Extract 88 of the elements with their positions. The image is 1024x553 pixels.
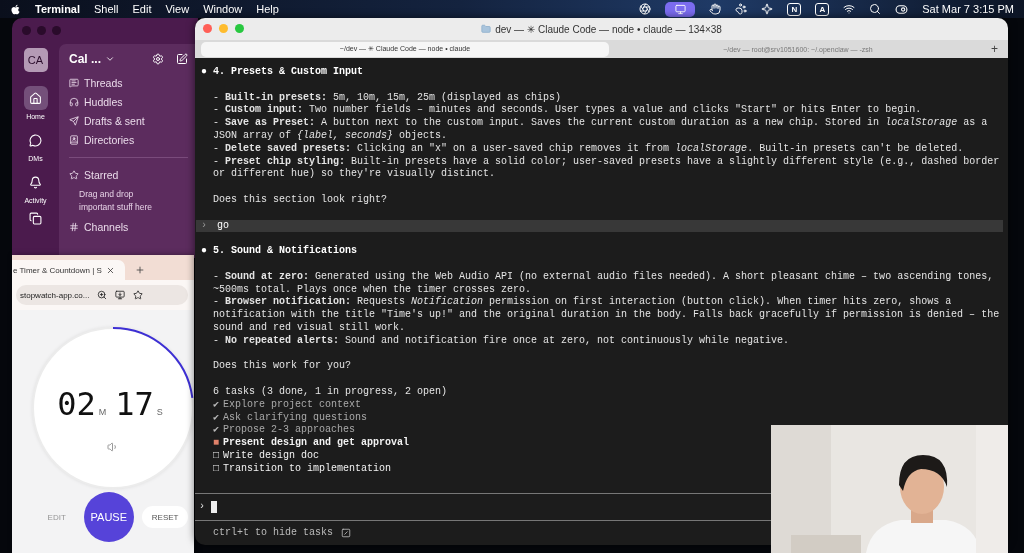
new-tab-button[interactable]: + (987, 42, 1002, 56)
question-text: Does this section look right? (213, 193, 389, 207)
plus-icon[interactable] (135, 265, 145, 275)
folder-icon (481, 24, 492, 34)
nav-icon[interactable] (69, 116, 79, 126)
menu-item[interactable]: Help (256, 3, 279, 15)
task-status: ✔ (213, 398, 220, 412)
nav-icon[interactable] (69, 78, 79, 88)
zoom-icon[interactable] (97, 290, 108, 300)
menu-extra[interactable]: N (787, 2, 802, 16)
files-icon[interactable] (29, 212, 42, 225)
task-status: □ (213, 462, 219, 476)
bell-icon[interactable] (29, 175, 42, 189)
task-label: Present design and get approval (223, 437, 410, 450)
menu-extra[interactable]: A (815, 2, 830, 16)
screen-share-icon[interactable] (665, 1, 696, 17)
list-item: - No repeated alerts: Sound and notification fire once at zero, not continuously while negative. (213, 334, 791, 348)
prompt-input[interactable]: › (199, 494, 217, 520)
compose-icon[interactable] (176, 53, 188, 65)
bullet: ● (201, 245, 207, 258)
task-label: Explore project context (223, 398, 362, 412)
nav-item[interactable]: Huddles (84, 96, 123, 108)
close-window-button[interactable] (203, 24, 212, 33)
bullet: ● (201, 66, 207, 79)
speaker-icon[interactable] (107, 441, 119, 453)
menu-item[interactable]: Window (203, 3, 243, 15)
wifi-icon[interactable] (843, 3, 856, 15)
workspace-avatar[interactable]: CA (23, 48, 48, 72)
close-icon[interactable] (105, 265, 115, 275)
starred-hint: Drag and drop important stuff here (78, 188, 154, 214)
control-center-icon[interactable] (895, 2, 909, 16)
section-title[interactable]: Starred (84, 169, 119, 181)
timer-minutes: 02 (57, 385, 96, 423)
install-icon[interactable] (115, 290, 126, 300)
channel-icon[interactable] (69, 221, 79, 232)
menu-item[interactable]: Edit (132, 3, 152, 15)
task-status: □ (213, 449, 219, 463)
timer-button[interactable]: RESET (141, 506, 189, 528)
section-title[interactable]: Channels (84, 220, 129, 233)
settings-icon[interactable] (152, 53, 164, 65)
list-item: - Sound at zero: Generated using the Web Audio API (no external audio files needed). A short pleasant chime – two ascending tones, ~500ms total. Plays once when the timer crosses zero. (213, 270, 995, 296)
list-item: - Preset chip styling: Built-in presets have a solid color; user-saved presets have a slightly different style (e.g., dashed border or different hue) so they're visually distinct. (213, 155, 1001, 182)
nav-item[interactable]: Drafts & sent (84, 115, 145, 127)
nav-item[interactable]: Directories (84, 134, 135, 146)
workspace-name[interactable]: Cal ... (69, 52, 101, 66)
hand-icon[interactable] (709, 3, 722, 15)
rail-button[interactable] (23, 86, 48, 110)
task-status: ✔ (213, 424, 220, 438)
logo-icon[interactable] (10, 3, 21, 15)
nav-item[interactable]: Threads (84, 77, 123, 89)
question-text: Does this work for you? (213, 360, 353, 374)
timer-seconds: 17 (115, 385, 154, 423)
task-label: Propose 2-3 approaches (223, 424, 356, 437)
menu-item[interactable]: View (165, 3, 190, 15)
menu-item[interactable]: Shell (94, 3, 119, 15)
task-label: Write design doc (223, 449, 320, 463)
window-title: dev — ✳ Claude Code — node • claude — 134×38 (495, 23, 722, 35)
task-label: Transition to implementation (223, 462, 392, 476)
task-status: ■ (213, 437, 219, 450)
list-item: - Delete saved presets: Clicking an "x" on a user-saved chip removes it from localStorage. Built-in presets can't be deleted. (213, 142, 965, 156)
sparkle-icon[interactable] (761, 3, 774, 15)
house-icon[interactable] (29, 91, 42, 105)
address-field[interactable]: stopwatch-app.co... (16, 285, 188, 305)
user-message: › go (196, 219, 1003, 233)
task-label: Ask clarifying questions (223, 411, 368, 424)
star-icon[interactable] (133, 290, 144, 300)
list-item: - Built-in presets: 5m, 10m, 15m, 25m (displayed as chips) (213, 91, 563, 104)
aperture-icon[interactable] (639, 3, 652, 15)
chevron-icon[interactable] (105, 54, 115, 64)
search-icon[interactable] (869, 3, 882, 15)
list-item: - Save as Preset: A button next to the custom input. Saves the current custom duration as a new chip. Stored in localStorage as a JSON array of {label, seconds} objects. (213, 117, 989, 143)
footer-hint: ctrl+t to hide tasks (213, 526, 334, 540)
square-slash-icon (341, 528, 352, 538)
chat-bubble-icon[interactable] (29, 133, 42, 147)
unit-label: M (98, 407, 107, 417)
browser-tab[interactable]: e Timer & Countdown | S (12, 260, 125, 280)
nav-icon[interactable] (69, 135, 79, 145)
menu-clock[interactable]: Sat Mar 7 3:15 PM (922, 3, 1014, 15)
list-item: - Browser notification: Requests Notification permission on first interaction (button click). When timer hits zero, shows a notification with the title "Time's up!" and the original duration in the body. Falls back gracefully if permission is denied – the sound and red visual still work. (213, 296, 1001, 335)
nav-icon[interactable] (69, 97, 79, 107)
unit-label: S (156, 407, 163, 417)
menu-item[interactable]: Terminal (35, 3, 81, 15)
timer-button[interactable]: PAUSE (83, 492, 134, 542)
section-heading: 5. Sound & Notifications (213, 245, 358, 258)
list-item: - Custom input: Two number fields – minutes and seconds. User types a value and clicks "Start" or hits Enter to begin. (213, 104, 923, 117)
task-status: ✔ (213, 411, 220, 425)
section-heading: 4. Presets & Custom Input (213, 66, 364, 79)
task-summary: 6 tasks (3 done, 1 in progress, 2 open) (213, 385, 449, 399)
